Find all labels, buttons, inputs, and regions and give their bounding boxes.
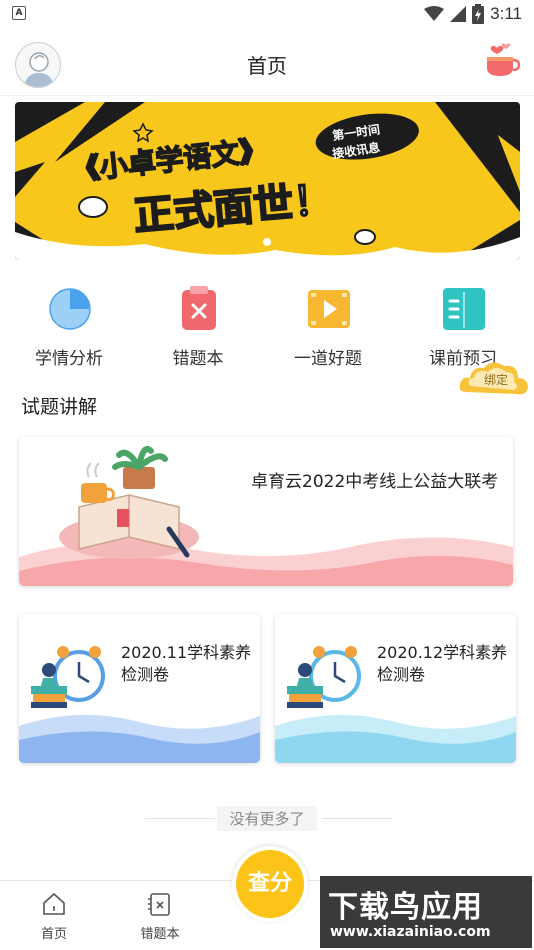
tile-label: 学情分析 [35,349,103,369]
bind-label: 绑定 [484,372,508,387]
video-icon [308,290,350,328]
love-cup-icon[interactable] [484,42,520,78]
clock-study-illustration [287,646,361,708]
nav-wrongbook-label: 错题本 [140,927,180,942]
exam-card-2020-12[interactable]: 2020.12学科素养检测卷 [275,614,516,763]
card-title: 2020.12学科素养检测卷 [377,643,508,684]
tile-label: 一道好题 [294,349,362,369]
exam-card-2020-11[interactable]: 2020.11学科素养检测卷 [19,614,260,763]
exam-card-large[interactable]: 卓育云2022中考线上公益大联考 [19,437,513,586]
tile-label: 错题本 [172,349,224,369]
app-header: 首页 [0,28,534,96]
section-title: 试题讲解 [21,396,98,418]
watermark: 下载鸟应用 www.xiazainiao.com [320,876,532,948]
nav-wrongbook[interactable]: 错题本 [120,891,200,942]
card-art [19,446,513,586]
watermark-title: 下载鸟应用 [328,890,483,925]
no-more-text: 没有更多了 [217,806,317,831]
check-score-label: 查分 [236,850,304,918]
card-art [275,646,516,763]
tile-good-question[interactable]: 一道好题 [268,282,388,372]
nav-home[interactable]: 首页 [14,891,94,942]
end-of-list: 没有更多了 [0,806,534,831]
page-title: 首页 [247,54,287,78]
notification-a-icon: A [12,6,26,20]
tile-wrong-book[interactable]: 错题本 [138,282,258,372]
card-title: 2020.11学科素养检测卷 [121,643,252,684]
pie-chart-icon [49,288,91,330]
quick-entry-grid: 学情分析 错题本 一道好题 课前预习 [0,282,534,372]
banner-page-indicator [263,238,271,246]
promo-banner[interactable]: 第一时间 接收讯息 《小卓学语文》 正式面世！ [15,102,520,260]
card-art [19,646,260,763]
banner-art: 第一时间 接收讯息 《小卓学语文》 正式面世！ [15,102,520,260]
nav-home-label: 首页 [40,927,67,942]
wifi-icon [424,6,445,21]
check-score-button[interactable]: 查分 [232,846,308,922]
watermark-url: www.xiazainiao.com [330,924,491,940]
clipboard-x-icon [182,286,216,330]
card-title: 卓育云2022中考线上公益大联考 [251,472,499,492]
status-bar: A 3:11 [0,0,534,28]
status-icons: 3:11 [424,3,522,25]
home-icon [43,892,65,915]
tile-learning-analysis[interactable]: 学情分析 [9,282,129,372]
book-icon [443,288,485,330]
wrongbook-icon [148,893,170,916]
battery-icon [472,4,485,24]
clock-study-illustration [31,646,105,708]
clock: 3:11 [490,4,522,23]
signal-icon [450,6,467,22]
bind-cloud-badge[interactable]: 绑定 [458,356,530,402]
